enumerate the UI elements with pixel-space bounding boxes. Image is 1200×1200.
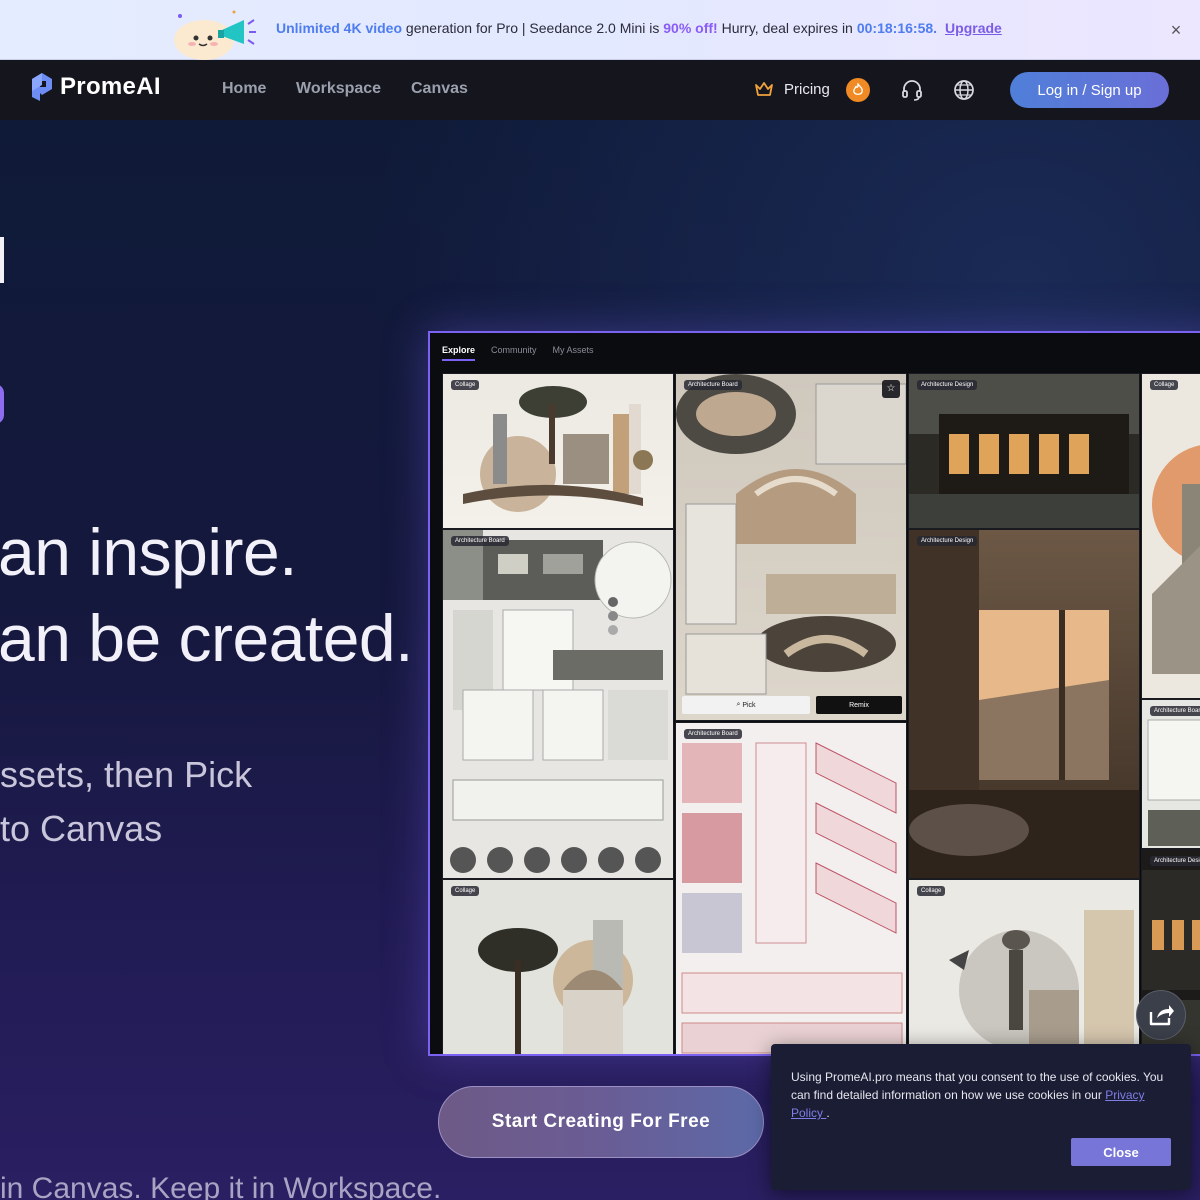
mascot-megaphone-icon <box>174 10 256 60</box>
tile-tag: Architecture Board <box>1150 706 1200 716</box>
collage-artwork <box>478 920 633 1054</box>
share-icon <box>1149 1005 1174 1026</box>
gallery-tile[interactable]: Architecture Board <box>675 722 907 1054</box>
cookie-consent-dialog: Using PromeAI.pro means that you consent… <box>771 1044 1191 1190</box>
gallery-tile[interactable]: Architecture Design <box>908 529 1140 879</box>
login-signup-button[interactable]: Log in / Sign up <box>1010 72 1169 108</box>
nav-workspace[interactable]: Workspace <box>296 80 381 98</box>
gallery-tile[interactable]: Architecture Board <box>1141 699 1200 849</box>
headline-line-2: an be created. <box>0 601 413 675</box>
subheadline-line-1: ssets, then Pick <box>0 754 253 795</box>
upgrade-link[interactable]: Upgrade <box>945 20 1002 36</box>
headline-line-1: an inspire. <box>0 515 298 589</box>
gallery-tile[interactable]: Collage <box>442 373 674 529</box>
app-preview-window: Explore Community My Assets Collage Arch… <box>428 331 1200 1056</box>
gallery-tile[interactable]: Collage <box>908 879 1140 1054</box>
architecture-board-artwork <box>676 374 906 695</box>
architecture-board-artwork <box>443 530 672 873</box>
hero-tagline: in Canvas. Keep it in Workspace. <box>0 1172 442 1200</box>
tile-tag: Architecture Board <box>684 380 742 390</box>
nav-canvas[interactable]: Canvas <box>411 80 468 98</box>
gallery-tile[interactable]: Collage <box>1141 373 1200 699</box>
gallery-tile[interactable]: Architecture Board ☆ ⌕ Pick Remix <box>675 373 907 721</box>
promeai-logo-icon <box>32 73 52 101</box>
nav-home[interactable]: Home <box>222 80 266 98</box>
top-nav: PromeAI Home Workspace Canvas Pricing Lo… <box>0 60 1200 120</box>
remix-button[interactable]: Remix <box>816 696 902 714</box>
headset-icon[interactable] <box>900 78 924 102</box>
crown-icon <box>755 82 773 96</box>
tile-tag: Collage <box>451 380 480 390</box>
tab-explore[interactable]: Explore <box>442 345 476 361</box>
globe-icon[interactable] <box>952 78 976 102</box>
share-button[interactable] <box>1136 990 1186 1040</box>
tile-tag: Collage <box>1150 380 1179 390</box>
tile-tag: Architecture Board <box>451 536 509 546</box>
logo[interactable]: PromeAI <box>30 70 161 104</box>
fire-icon <box>853 83 863 95</box>
tile-tag: Architecture Design <box>917 380 978 390</box>
tile-tag: Architecture Design <box>1150 856 1200 866</box>
promo-banner: Unlimited 4K video generation for Pro | … <box>0 0 1200 60</box>
tile-tag: Collage <box>451 886 480 896</box>
subheadline-line-2: to Canvas <box>0 808 163 849</box>
collage-artwork <box>1152 445 1200 674</box>
promo-countdown: 00:18:16:58. <box>856 20 938 36</box>
tile-tag: Collage <box>917 886 946 896</box>
tile-tag: Architecture Board <box>684 729 742 739</box>
promo-highlight: Unlimited 4K video <box>276 20 403 36</box>
collage-artwork <box>463 386 653 512</box>
start-creating-button[interactable]: Start Creating For Free <box>438 1086 764 1158</box>
tab-community[interactable]: Community <box>491 345 537 361</box>
cookie-close-button[interactable]: Close <box>1071 1138 1171 1166</box>
tile-tag: Architecture Design <box>917 536 978 546</box>
pick-label: Pick <box>742 701 756 709</box>
gallery-tile[interactable]: Collage <box>442 879 674 1054</box>
pick-button[interactable]: ⌕ Pick <box>682 696 810 714</box>
cookie-message: Using PromeAI.pro means that you consent… <box>791 1068 1173 1122</box>
cookie-text-end: . <box>826 1106 830 1120</box>
hero-section: an inspire. an be created. ssets, then P… <box>0 120 1200 1200</box>
logo-text: PromeAI <box>60 73 161 100</box>
gallery-tile[interactable]: Architecture Design <box>908 373 1140 529</box>
fire-button[interactable] <box>846 78 870 102</box>
architecture-board-artwork <box>1147 719 1200 846</box>
preview-tabs: Explore Community My Assets <box>442 345 594 361</box>
promo-text: Unlimited 4K video generation for Pro | … <box>276 20 1002 36</box>
text-cursor-bar <box>0 237 4 283</box>
architecture-design-artwork <box>909 530 1139 878</box>
accent-dot <box>0 384 4 424</box>
architecture-design-artwork <box>909 374 1139 528</box>
favorite-star-icon[interactable]: ☆ <box>882 380 900 398</box>
promo-close-icon[interactable]: × <box>1166 20 1186 40</box>
gallery-tile[interactable]: Architecture Board <box>442 529 674 879</box>
promo-message: generation for Pro | Seedance 2.0 Mini i… <box>402 20 664 36</box>
pricing-link[interactable]: Pricing <box>754 80 830 98</box>
tab-my-assets[interactable]: My Assets <box>553 345 594 361</box>
promo-discount: 90% off! <box>663 20 718 36</box>
collage-artwork <box>949 910 1134 1054</box>
pricing-label: Pricing <box>784 80 830 98</box>
promo-expiry: Hurry, deal expires in <box>717 20 853 36</box>
architecture-board-artwork <box>681 742 903 1054</box>
